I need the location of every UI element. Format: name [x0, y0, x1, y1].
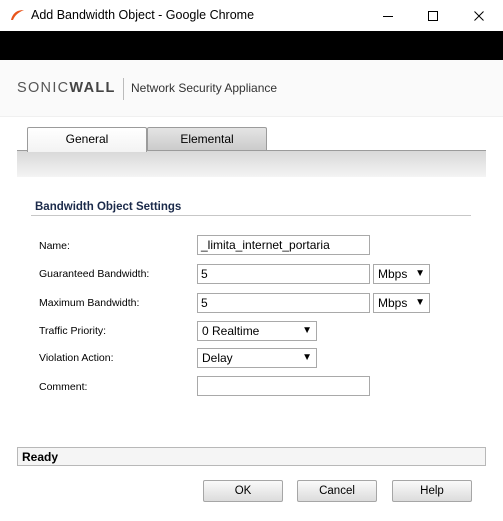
dropdown-arrow-icon: ▼: [415, 297, 425, 308]
address-bar: [0, 31, 503, 60]
sonicwall-logo: SONICWALL: [17, 80, 116, 96]
maximum-bandwidth-label: Maximum Bandwidth:: [39, 297, 140, 309]
minimize-icon: [383, 15, 393, 17]
brand-header: SONICWALL Network Security Appliance: [0, 60, 503, 117]
status-bar: Ready: [17, 447, 486, 466]
help-button[interactable]: Help: [392, 480, 472, 502]
comment-label: Comment:: [39, 381, 88, 393]
cancel-button[interactable]: Cancel: [297, 480, 377, 502]
window-title-bar: Add Bandwidth Object - Google Chrome: [0, 0, 503, 32]
guaranteed-unit-value: Mbps: [378, 267, 408, 281]
tab-elemental[interactable]: Elemental: [147, 127, 267, 152]
tab-bar: General Elemental: [0, 127, 503, 152]
close-button[interactable]: [456, 0, 502, 31]
product-name: Network Security Appliance: [131, 81, 278, 95]
traffic-priority-label: Traffic Priority:: [39, 325, 107, 337]
guaranteed-bandwidth-label: Guaranteed Bandwidth:: [39, 268, 150, 280]
maximum-bandwidth-field[interactable]: 5: [197, 293, 370, 313]
window-title: Add Bandwidth Object - Google Chrome: [31, 8, 255, 22]
traffic-priority-select[interactable]: 0 Realtime ▼: [197, 321, 317, 341]
ok-button[interactable]: OK: [203, 480, 283, 502]
brand-divider: [123, 78, 124, 100]
dropdown-arrow-icon: ▼: [302, 325, 312, 336]
tab-strip: [17, 150, 486, 177]
maximize-icon: [428, 10, 438, 21]
minimize-button[interactable]: [365, 0, 411, 31]
name-label: Name:: [39, 240, 70, 252]
guaranteed-bandwidth-field[interactable]: 5: [197, 264, 370, 284]
maximum-unit-value: Mbps: [378, 296, 408, 310]
name-field[interactable]: _limita_internet_portaria: [197, 235, 370, 255]
dropdown-arrow-icon: ▼: [302, 352, 312, 363]
violation-action-value: Delay: [202, 351, 233, 365]
comment-field[interactable]: [197, 376, 370, 396]
sonicwall-swoosh-icon: [9, 8, 25, 22]
violation-action-select[interactable]: Delay ▼: [197, 348, 317, 368]
violation-action-label: Violation Action:: [39, 352, 114, 364]
dropdown-arrow-icon: ▼: [415, 268, 425, 279]
close-icon: [474, 10, 484, 21]
section-title: Bandwidth Object Settings: [35, 201, 182, 213]
section-divider: [31, 215, 471, 216]
traffic-priority-value: 0 Realtime: [202, 324, 260, 338]
guaranteed-unit-select[interactable]: Mbps ▼: [373, 264, 430, 284]
maximize-button[interactable]: [410, 0, 456, 31]
tab-general[interactable]: General: [27, 127, 147, 152]
maximum-unit-select[interactable]: Mbps ▼: [373, 293, 430, 313]
